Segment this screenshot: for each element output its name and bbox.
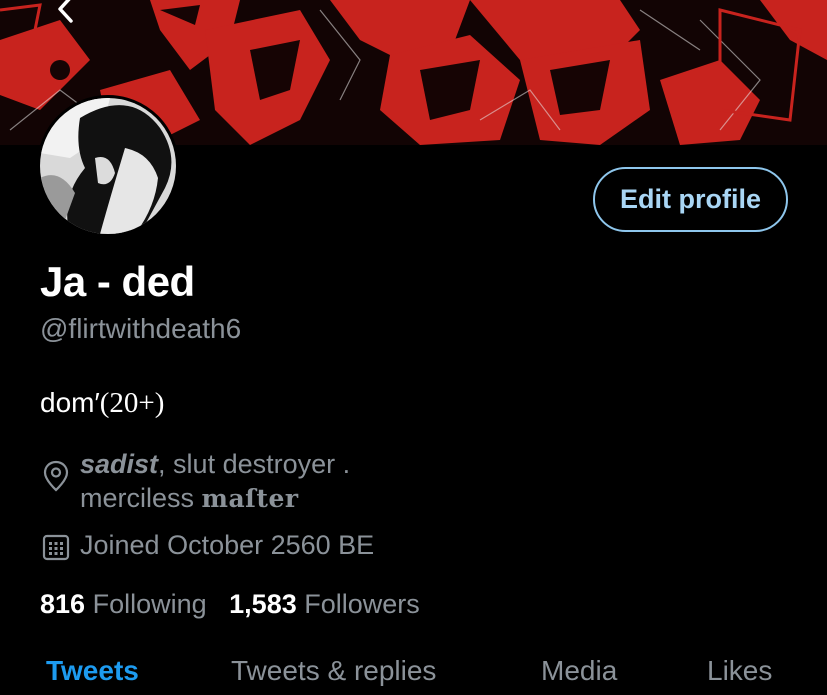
followers-label: Followers (304, 589, 420, 619)
calendar-icon (42, 534, 70, 561)
following-link[interactable]: 816 Following (40, 589, 207, 619)
location-line1-rest: , slut destroyer . (158, 449, 351, 479)
profile-location: sadist, slut destroyer . merciless maſte… (80, 447, 350, 516)
location-emphasis: sadist (80, 449, 159, 479)
followers-count: 1,583 (229, 589, 297, 619)
location-pin-icon (43, 460, 69, 492)
followers-link[interactable]: 1,583 Followers (229, 589, 420, 619)
bio-tail: (20+) (99, 387, 165, 419)
location-line2-gothic: maſter (201, 484, 299, 513)
avatar-photo (40, 98, 176, 234)
tab-media[interactable]: Media (541, 655, 617, 687)
back-button[interactable] (55, 0, 89, 28)
follow-stats: 816 Following 1,583 Followers (40, 589, 420, 620)
location-line2-prefix: merciless (80, 483, 202, 513)
following-label: Following (92, 589, 207, 619)
location-line-1: sadist, slut destroyer . (80, 447, 350, 481)
bio-text: dom′(20+) (40, 387, 164, 420)
profile-tabs: Tweets Tweets & replies Media Likes (0, 655, 827, 695)
joined-date: Joined October 2560 BE (80, 530, 375, 560)
edit-profile-button[interactable]: Edit profile (593, 167, 788, 232)
tab-tweets-and-replies[interactable]: Tweets & replies (231, 655, 436, 687)
tab-likes[interactable]: Likes (707, 655, 772, 687)
location-line-2: merciless maſter (80, 481, 350, 516)
chevron-left-icon (58, 0, 73, 23)
display-name: Ja - ded (40, 258, 195, 305)
tab-tweets[interactable]: Tweets (46, 655, 139, 687)
following-count: 816 (40, 589, 86, 619)
bio-main: dom′ (40, 387, 100, 418)
avatar[interactable] (37, 95, 179, 237)
username-handle: @flirtwithdeath6 (40, 313, 242, 344)
